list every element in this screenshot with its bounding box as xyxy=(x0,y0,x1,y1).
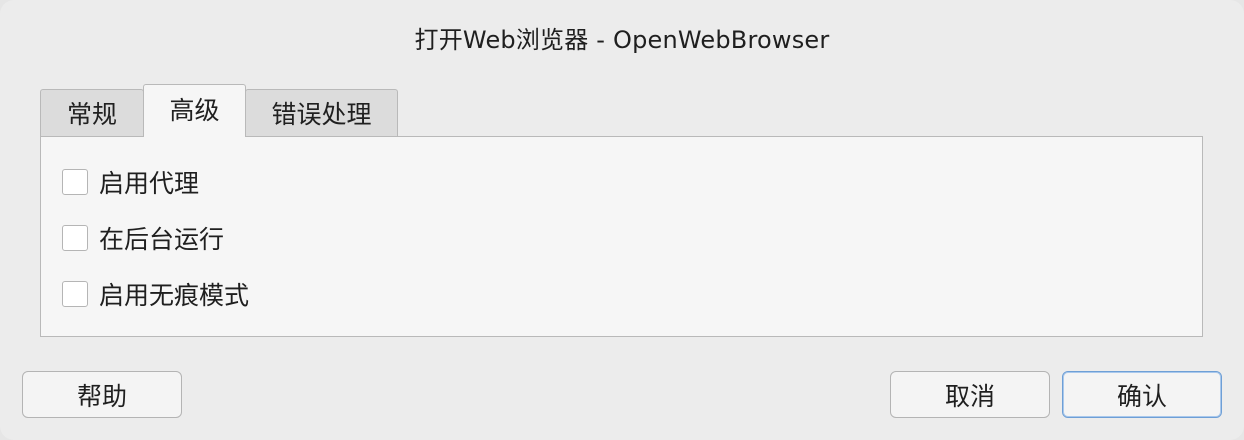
run-in-background-checkbox[interactable] xyxy=(62,225,88,251)
option-run-in-background[interactable]: 在后台运行 xyxy=(62,220,224,256)
enable-proxy-label[interactable]: 启用代理 xyxy=(99,164,199,200)
cancel-button[interactable]: 取消 xyxy=(890,371,1050,418)
help-button[interactable]: 帮助 xyxy=(22,371,182,418)
incognito-mode-label[interactable]: 启用无痕模式 xyxy=(99,276,249,312)
tab-panel-advanced: 启用代理 在后台运行 启用无痕模式 xyxy=(40,136,1203,337)
dialog-title: 打开Web浏览器 - OpenWebBrowser xyxy=(414,26,830,54)
enable-proxy-checkbox[interactable] xyxy=(62,169,88,195)
confirm-button[interactable]: 确认 xyxy=(1062,371,1222,418)
dialog-window: 打开Web浏览器 - OpenWebBrowser 常规 高级 错误处理 启用代… xyxy=(0,0,1244,440)
incognito-mode-checkbox[interactable] xyxy=(62,281,88,307)
tab-advanced[interactable]: 高级 xyxy=(143,84,246,137)
run-in-background-label[interactable]: 在后台运行 xyxy=(99,220,224,256)
option-incognito-mode[interactable]: 启用无痕模式 xyxy=(62,276,249,312)
option-enable-proxy[interactable]: 启用代理 xyxy=(62,164,199,200)
tab-general[interactable]: 常规 xyxy=(40,89,144,136)
tab-error-handling[interactable]: 错误处理 xyxy=(245,89,398,136)
